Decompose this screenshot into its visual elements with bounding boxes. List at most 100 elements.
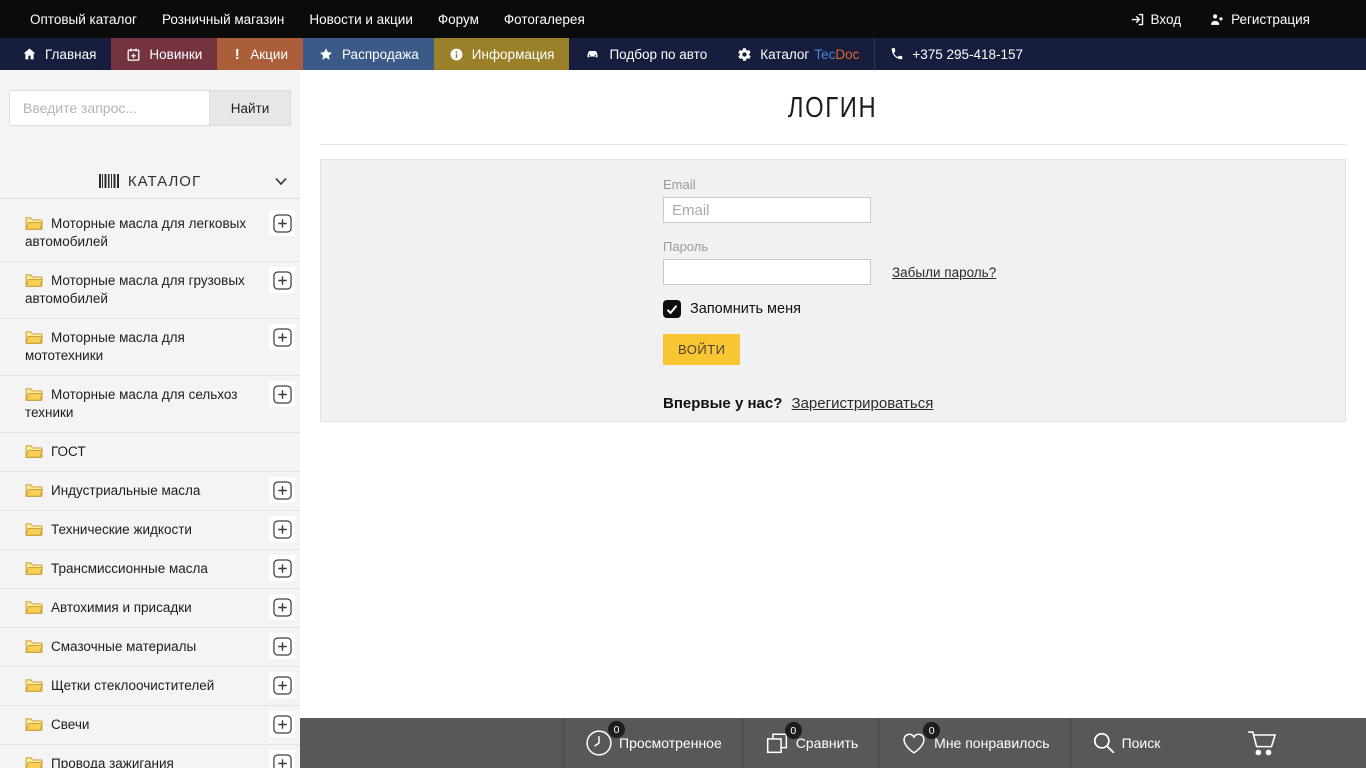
favorites-button[interactable]: 0 Мне понравилось bbox=[878, 718, 1069, 768]
folder-icon bbox=[25, 216, 43, 230]
top-link-forum[interactable]: Форум bbox=[438, 12, 479, 27]
catalog-sidebar: Найти КАТАЛОГ bbox=[0, 70, 300, 768]
login-panel: Email Пароль Забыли пароль? Запомнить ме… bbox=[320, 159, 1346, 422]
folder-icon bbox=[25, 717, 43, 731]
top-link-news[interactable]: Новости и акции bbox=[309, 12, 413, 27]
heart-icon: 0 bbox=[899, 729, 929, 757]
catalog-title: КАТАЛОГ bbox=[128, 173, 201, 190]
viewed-count-badge: 0 bbox=[608, 721, 625, 738]
category-row[interactable]: Смазочные материалы bbox=[0, 628, 300, 667]
category-label: ГОСТ bbox=[51, 444, 86, 459]
gear-icon bbox=[737, 47, 752, 62]
folder-icon bbox=[25, 639, 43, 653]
category-row[interactable]: Свечи bbox=[0, 706, 300, 745]
expand-plus-icon[interactable] bbox=[269, 324, 295, 350]
register-link[interactable]: Регистрация bbox=[1209, 12, 1310, 27]
nav-tecdoc-catalog[interactable]: Каталог TecDoc bbox=[722, 38, 874, 70]
expand-plus-icon[interactable] bbox=[269, 555, 295, 581]
star-icon bbox=[318, 47, 334, 62]
phone-number: +375 295-418-157 bbox=[912, 47, 1023, 62]
exclamation-icon: ! bbox=[232, 46, 242, 63]
category-row[interactable]: Моторные масла для мототехники bbox=[0, 319, 300, 376]
login-submit-button[interactable]: ВОЙТИ bbox=[663, 334, 740, 365]
nav-actions[interactable]: ! Акции bbox=[217, 38, 303, 70]
category-label: Индустриальные масла bbox=[51, 483, 200, 498]
user-plus-icon bbox=[1209, 12, 1225, 27]
expand-plus-icon[interactable] bbox=[269, 633, 295, 659]
category-label: Свечи bbox=[51, 717, 89, 732]
nav-car-select[interactable]: Подбор по авто bbox=[569, 38, 722, 70]
remember-label: Запомнить меня bbox=[690, 301, 801, 317]
register-now-link[interactable]: Зарегистрироваться bbox=[792, 395, 934, 412]
nav-new-arrivals[interactable]: Новинки bbox=[111, 38, 217, 70]
nav-home[interactable]: Главная bbox=[0, 38, 111, 70]
expand-plus-icon[interactable] bbox=[269, 210, 295, 236]
category-row[interactable]: Индустриальные масла bbox=[0, 472, 300, 511]
expand-plus-icon[interactable] bbox=[269, 477, 295, 503]
folder-icon bbox=[25, 483, 43, 497]
info-icon bbox=[449, 47, 464, 62]
catalog-header[interactable]: КАТАЛОГ bbox=[0, 164, 300, 199]
forgot-password-link[interactable]: Забыли пароль? bbox=[892, 265, 996, 280]
top-links: Оптовый каталог Розничный магазин Новост… bbox=[30, 12, 585, 27]
folder-icon bbox=[25, 387, 43, 401]
expand-plus-icon[interactable] bbox=[269, 750, 295, 768]
viewed-button[interactable]: 0 Просмотренное bbox=[563, 718, 742, 768]
category-row[interactable]: Моторные масла для сельхоз техники bbox=[0, 376, 300, 433]
nav-information[interactable]: Информация bbox=[434, 38, 570, 70]
search-input[interactable] bbox=[9, 90, 210, 126]
calendar-plus-icon bbox=[126, 47, 141, 62]
sign-in-icon bbox=[1130, 12, 1145, 27]
remember-checkbox[interactable] bbox=[663, 300, 681, 318]
expand-plus-icon[interactable] bbox=[269, 381, 295, 407]
title-divider bbox=[320, 144, 1346, 145]
category-label: Моторные масла для грузовых автомобилей bbox=[25, 273, 245, 306]
main-content: ЛОГИН Email Пароль Забыли пароль? Запомн… bbox=[300, 70, 1366, 768]
category-row[interactable]: ГОСТ bbox=[0, 433, 300, 472]
expand-plus-icon[interactable] bbox=[269, 516, 295, 542]
password-label: Пароль bbox=[663, 239, 1345, 254]
folder-icon bbox=[25, 273, 43, 287]
expand-plus-icon[interactable] bbox=[269, 267, 295, 293]
category-row[interactable]: Моторные масла для грузовых автомобилей bbox=[0, 262, 300, 319]
top-link-wholesale[interactable]: Оптовый каталог bbox=[30, 12, 137, 27]
password-field[interactable] bbox=[663, 259, 871, 285]
category-label: Технические жидкости bbox=[51, 522, 192, 537]
folder-icon bbox=[25, 522, 43, 536]
chevron-down-icon[interactable] bbox=[274, 175, 288, 187]
category-label: Моторные масла для сельхоз техники bbox=[25, 387, 237, 420]
top-link-gallery[interactable]: Фотогалерея bbox=[504, 12, 585, 27]
page-title: ЛОГИН bbox=[300, 92, 1366, 125]
car-icon bbox=[584, 47, 601, 62]
category-row[interactable]: Трансмиссионные масла bbox=[0, 550, 300, 589]
category-row[interactable]: Технические жидкости bbox=[0, 511, 300, 550]
phone-icon bbox=[890, 47, 904, 61]
compare-button[interactable]: 0 Сравнить bbox=[742, 718, 878, 768]
search-bottom-button[interactable]: Поиск bbox=[1070, 718, 1181, 768]
category-label: Провода зажигания bbox=[51, 756, 174, 768]
category-list: Моторные масла для легковых автомобилей … bbox=[0, 205, 300, 768]
category-row[interactable]: Автохимия и присадки bbox=[0, 589, 300, 628]
top-auth: Вход Регистрация bbox=[1130, 12, 1310, 27]
compare-count-badge: 0 bbox=[785, 722, 802, 739]
category-row[interactable]: Щетки стеклоочистителей bbox=[0, 667, 300, 706]
cart-icon[interactable] bbox=[1244, 727, 1280, 759]
nav-phone[interactable]: +375 295-418-157 bbox=[874, 38, 1038, 70]
search-submit-button[interactable]: Найти bbox=[210, 90, 291, 126]
expand-plus-icon[interactable] bbox=[269, 711, 295, 737]
expand-plus-icon[interactable] bbox=[269, 594, 295, 620]
folder-icon bbox=[25, 756, 43, 768]
top-link-retail[interactable]: Розничный магазин bbox=[162, 12, 284, 27]
expand-plus-icon[interactable] bbox=[269, 672, 295, 698]
login-link[interactable]: Вход bbox=[1130, 12, 1182, 27]
remember-me-row[interactable]: Запомнить меня bbox=[663, 300, 1345, 318]
category-label: Автохимия и присадки bbox=[51, 600, 192, 615]
category-row[interactable]: Моторные масла для легковых автомобилей bbox=[0, 205, 300, 262]
search-icon bbox=[1091, 730, 1117, 756]
category-label: Щетки стеклоочистителей bbox=[51, 678, 214, 693]
barcode-icon bbox=[99, 174, 119, 188]
nav-clearance[interactable]: Распродажа bbox=[303, 38, 434, 70]
email-field[interactable] bbox=[663, 197, 871, 223]
category-row[interactable]: Провода зажигания bbox=[0, 745, 300, 768]
tecdoc-tec-label: Tec bbox=[814, 47, 835, 62]
